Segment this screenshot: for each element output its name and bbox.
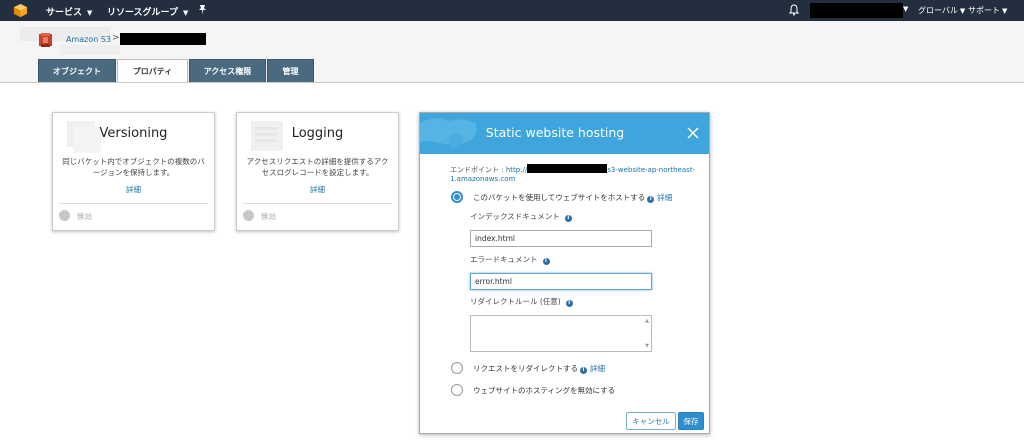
card-divider [243, 203, 392, 204]
redirect-rules-label: リダイレクトルール (任意) i [470, 296, 573, 307]
option-label: このバケットを使用してウェブサイトをホストする [473, 193, 646, 202]
index-document-label: インデックスドキュメント i [470, 211, 572, 222]
chevron-down-icon: ▼ [87, 9, 93, 17]
learn-more-link[interactable]: 詳細 [53, 184, 214, 195]
tab-management[interactable]: 管理 [267, 59, 314, 82]
card-description: 同じバケット内でオブジェクトの複数のバージョンを保持します。 [62, 157, 205, 177]
learn-more-link[interactable]: 詳細 [590, 364, 605, 373]
radio-redirect-requests[interactable] [451, 362, 463, 374]
endpoint-text: エンドポイント : http://s3-website-ap-northeast… [450, 164, 700, 184]
tab-objects[interactable]: オブジェクト [38, 59, 116, 82]
field-label-text: インデックスドキュメント [470, 212, 560, 221]
pin-icon[interactable] [198, 4, 207, 16]
info-icon[interactable]: i [647, 196, 655, 203]
info-icon[interactable]: i [565, 300, 573, 307]
tab-label: オブジェクト [53, 66, 101, 76]
close-icon[interactable] [686, 126, 700, 140]
learn-more-link[interactable]: 詳細 [657, 193, 672, 202]
endpoint-url-prefix[interactable]: http:// [506, 166, 527, 174]
dialog-title: Static website hosting [485, 125, 625, 140]
radio-host-website[interactable] [451, 191, 463, 203]
breadcrumb-root-link[interactable]: Amazon S3 [66, 35, 111, 44]
card-title: Logging [291, 126, 344, 141]
scroll-down-icon[interactable]: ▼ [645, 343, 649, 349]
region-menu[interactable]: グローバル ▼ [918, 5, 965, 16]
services-label: サービス [46, 8, 83, 18]
resource-groups-menu[interactable]: リソースグループ ▼ [107, 5, 188, 18]
tab-permissions[interactable]: アクセス権限 [189, 59, 266, 82]
option-host-website[interactable]: このバケットを使用してウェブサイトをホストする i 詳細 [473, 192, 672, 203]
status-text: 無効 [77, 212, 92, 221]
cancel-button[interactable]: キャンセル [626, 412, 676, 430]
endpoint-label: エンドポイント : [450, 166, 506, 174]
chevron-down-icon[interactable]: ▼ [903, 5, 908, 13]
redirect-rules-textarea[interactable]: ▲ ▼ [470, 315, 652, 352]
option-redirect-requests[interactable]: リクエストをリダイレクトする i 詳細 [473, 363, 605, 374]
option-disable-hosting[interactable]: ウェブサイトのホスティングを無効にする [473, 385, 615, 396]
dialog-header: Static website hosting [420, 113, 709, 154]
status-text: 無効 [261, 212, 276, 221]
field-label-text: リダイレクトルール (任意) [470, 297, 561, 306]
top-nav: サービス ▼ リソースグループ ▼ ▼ グローバル ▼ サポート ▼ [0, 0, 1024, 21]
index-document-input[interactable]: index.html [470, 230, 652, 247]
error-document-input[interactable]: error.html [470, 273, 652, 290]
learn-more-link[interactable]: 詳細 [237, 184, 398, 195]
tab-properties[interactable]: プロパティ [117, 59, 188, 83]
info-icon[interactable]: i [564, 215, 572, 222]
chevron-down-icon: ▼ [959, 7, 966, 15]
s3-service-icon [39, 33, 52, 47]
field-label-text: エラードキュメント [470, 255, 538, 264]
status-indicator [59, 210, 70, 221]
bucket-name-redacted [120, 33, 206, 45]
status-indicator [243, 210, 254, 221]
chevron-down-icon: ▼ [1002, 7, 1008, 15]
tab-divider [0, 82, 1024, 83]
info-icon[interactable]: i [542, 258, 550, 265]
tab-label: アクセス権限 [203, 66, 252, 76]
scroll-up-icon[interactable]: ▲ [645, 318, 649, 324]
card-description: アクセスリクエストの詳細を提供するアクセスログレコードを設定します。 [246, 157, 389, 177]
card-divider [59, 203, 208, 204]
account-name-redacted[interactable] [810, 3, 903, 18]
error-document-label: エラードキュメント i [470, 254, 550, 265]
save-button[interactable]: 保存 [678, 412, 704, 430]
services-menu[interactable]: サービス ▼ [46, 5, 92, 18]
bucket-name-redacted [527, 164, 608, 173]
logging-card[interactable]: Logging アクセスリクエストの詳細を提供するアクセスログレコードを設定しま… [236, 112, 399, 231]
chevron-down-icon: ▼ [183, 9, 189, 17]
tab-label: 管理 [282, 66, 299, 76]
dialog-body: エンドポイント : http://s3-website-ap-northeast… [420, 154, 709, 433]
resource-groups-label: リソースグループ [107, 8, 179, 18]
support-label: サポート [968, 6, 1000, 15]
breadcrumb-separator: > [112, 33, 120, 43]
static-website-hosting-dialog: Static website hosting エンドポイント : http://… [419, 112, 710, 434]
tab-label: プロパティ [132, 66, 173, 76]
aws-logo-icon[interactable] [13, 3, 28, 18]
support-menu[interactable]: サポート ▼ [968, 5, 1007, 16]
versioning-card[interactable]: Versioning 同じバケット内でオブジェクトの複数のバージョンを保持します… [52, 112, 215, 231]
info-icon[interactable]: i [580, 367, 587, 374]
bell-icon[interactable] [789, 4, 799, 16]
option-label: リクエストをリダイレクトする [473, 364, 578, 373]
radio-disable-hosting[interactable] [451, 384, 463, 396]
region-label: グローバル [918, 6, 958, 15]
card-title: Versioning [99, 126, 168, 141]
